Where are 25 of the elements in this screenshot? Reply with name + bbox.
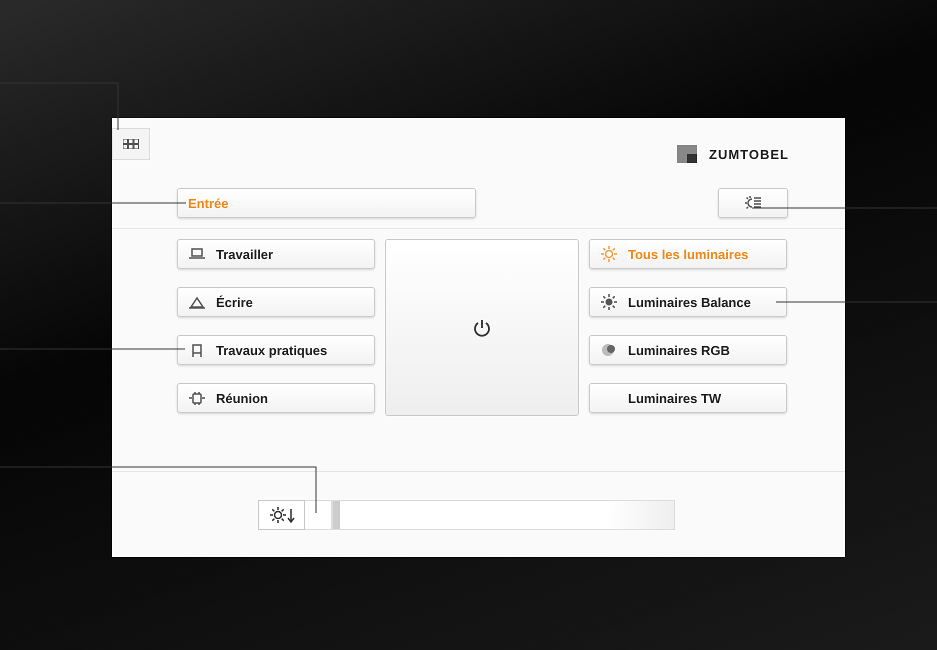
dim-down-button[interactable] [258,500,305,530]
logo-icon [677,145,698,163]
brand-logo: ZUMTOBEL [709,146,789,162]
slider-thumb[interactable] [333,501,340,529]
sun-down-arrow-icon [268,506,294,524]
table-icon [188,390,206,406]
laptop-icon [188,246,206,262]
slider-end-segment [305,500,332,530]
scene-button[interactable]: Travailler [177,239,375,269]
settings-button[interactable] [718,188,788,218]
luminaire-group-button[interactable]: Luminaires Balance [589,287,787,317]
sun-icon [600,293,618,311]
scene-button[interactable]: Travaux pratiques [177,335,375,365]
brightness-slider[interactable] [332,500,675,530]
desk-lamp-icon [188,294,206,310]
scene-button[interactable]: Réunion [177,383,375,413]
menu-button[interactable] [112,128,150,160]
scene-button[interactable]: Écrire [177,287,375,317]
power-icon [472,318,492,338]
color-circles-icon [600,341,618,359]
luminaire-group-button[interactable]: Luminaires TW [589,383,787,413]
lamp-list-icon [744,194,762,212]
sun-icon [600,245,618,263]
luminaire-group-button[interactable]: Luminaires RGB [589,335,787,365]
grid-icon [123,139,139,149]
